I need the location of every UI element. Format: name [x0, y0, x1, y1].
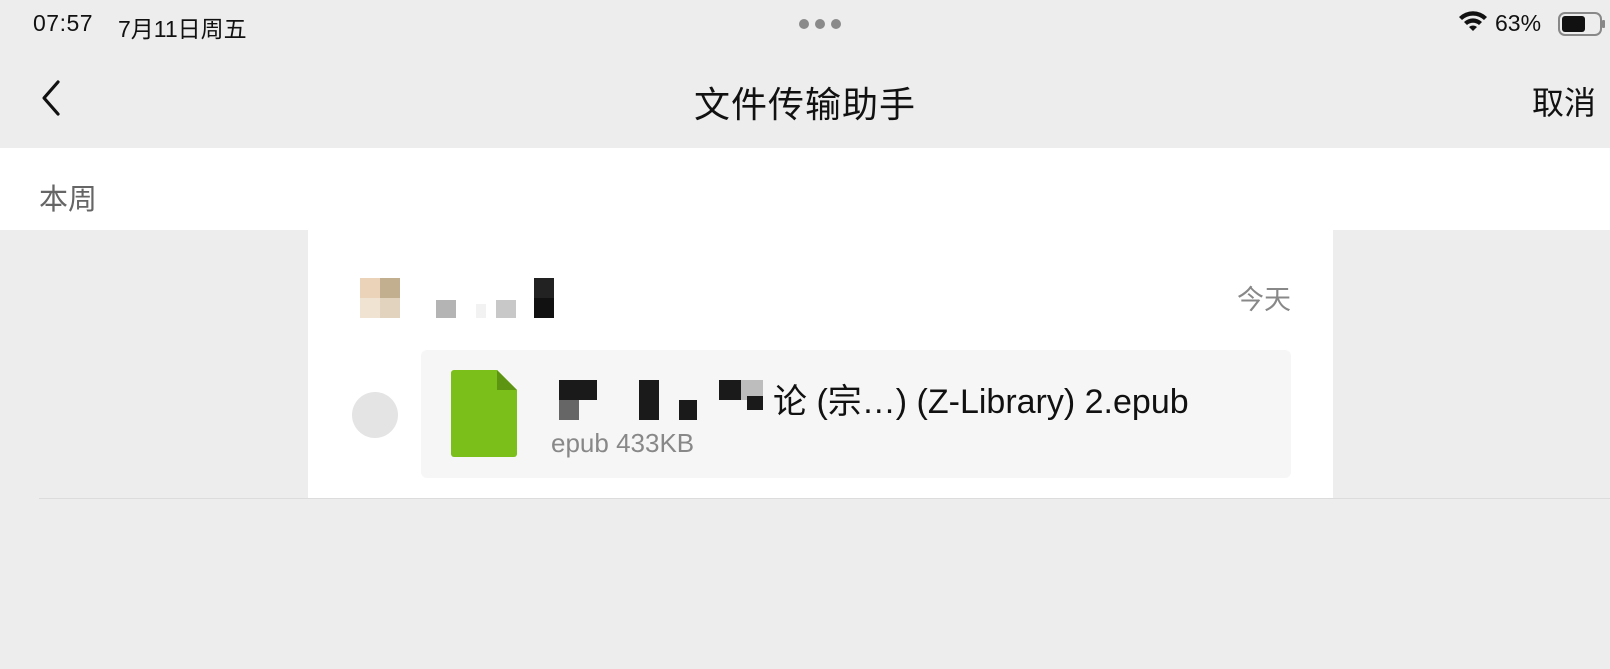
battery-icon	[1558, 12, 1606, 42]
divider	[39, 498, 1610, 499]
wifi-icon	[1458, 11, 1488, 41]
file-message-bubble[interactable]: 论 (宗…) (Z-Library) 2.epub epub 433KB	[421, 350, 1291, 478]
multitasking-dots-icon[interactable]	[799, 19, 841, 29]
epub-file-icon	[451, 370, 517, 463]
message-time: 今天	[1237, 285, 1291, 315]
status-date: 7月11日周五	[118, 16, 247, 42]
status-bar: 07:57 7月11日周五 63%	[0, 0, 1610, 48]
section-label: 本周	[39, 184, 98, 216]
page-title: 文件传输助手	[693, 84, 916, 125]
avatar	[360, 278, 400, 318]
file-meta: epub 433KB	[551, 428, 695, 458]
file-name: 论 (宗…) (Z-Library) 2.epub	[773, 383, 1189, 421]
message-card: 今天 论 (宗…) (Z-Library) 2.epub epub 433KB	[308, 230, 1333, 498]
status-time: 07:57	[33, 10, 94, 36]
navigation-bar: 文件传输助手 取消	[0, 48, 1610, 148]
section-header: 本周	[0, 148, 1610, 230]
cancel-button[interactable]: 取消	[1532, 78, 1596, 124]
battery-percent: 63%	[1495, 10, 1542, 36]
file-name-redacted	[551, 380, 769, 422]
sender-name-redacted	[436, 278, 566, 320]
select-checkbox[interactable]	[352, 392, 398, 438]
